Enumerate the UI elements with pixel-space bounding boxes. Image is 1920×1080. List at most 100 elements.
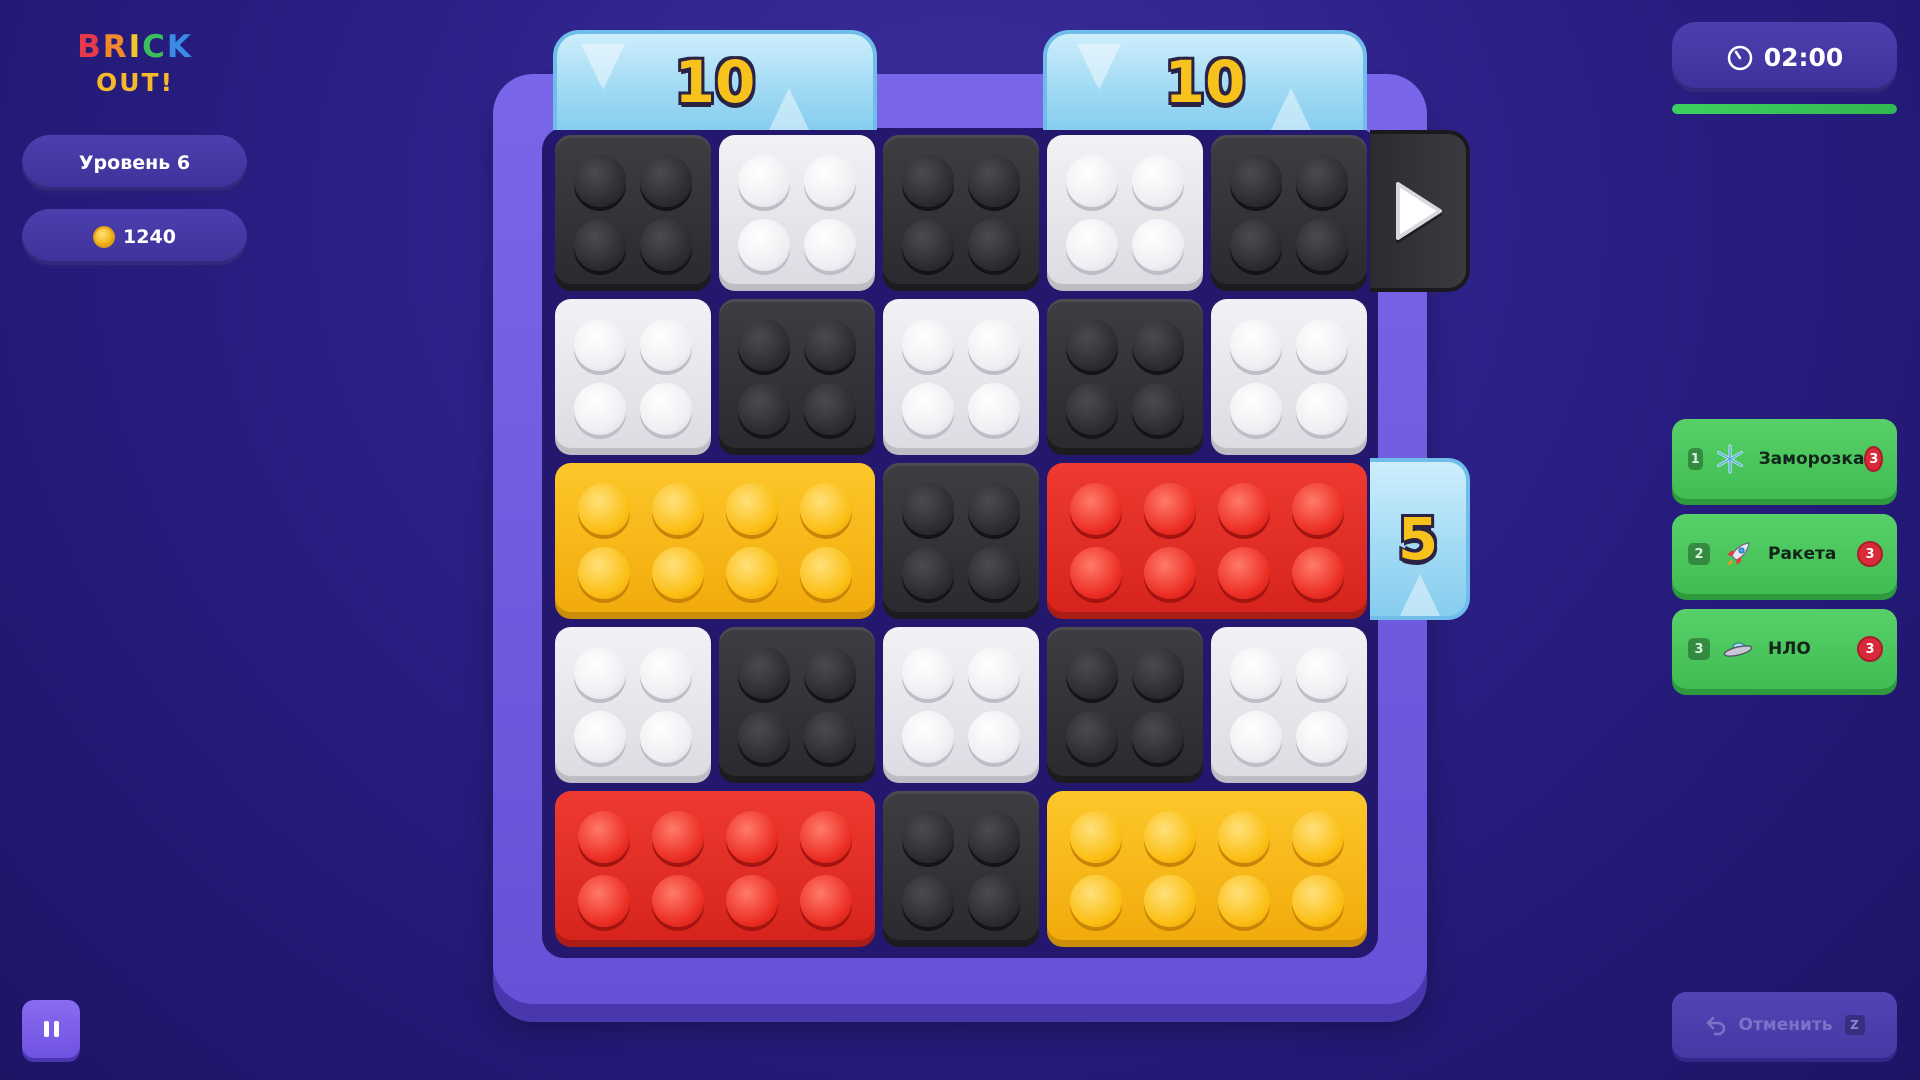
logo-out: OUT! [95,68,174,97]
brick-white[interactable] [719,135,875,291]
brick-stud [738,155,790,207]
pause-button[interactable] [22,1000,80,1058]
brick-stud [968,711,1020,763]
gate-counter: 10 [1164,48,1246,116]
logo-letter: I [128,29,143,65]
ice-gate-top-left: 10 [553,30,877,130]
brick-stud [1066,647,1118,699]
brick-black[interactable] [883,135,1039,291]
hotkey-badge: 3 [1688,638,1710,660]
brick-stud [1296,383,1348,435]
brick-stud [1144,483,1196,535]
undo-icon [1706,1016,1725,1036]
brick-stud [1218,875,1270,927]
timer-progress-fill [1672,104,1897,114]
brick-stud [1070,483,1122,535]
brick-black[interactable] [883,463,1039,619]
brick-stud [1296,647,1348,699]
booster-ufo-button[interactable]: 3 НЛО 3 [1672,609,1897,689]
booster-freeze-button[interactable]: 1 Заморозка 3 [1672,419,1897,499]
brick-white[interactable] [555,299,711,455]
brick-white[interactable] [555,627,711,783]
brick-white[interactable] [1211,627,1367,783]
brick-white[interactable] [1047,135,1203,291]
brick-stud [968,811,1020,863]
brick-stud [902,647,954,699]
brick-stud [1132,647,1184,699]
play-arrow-icon [1396,182,1442,240]
undo-button[interactable]: Отменить Z [1672,992,1897,1058]
coin-value: 1240 [123,226,176,248]
brick-stud [1132,711,1184,763]
brick-black[interactable] [719,627,875,783]
brick-stud [804,319,856,371]
brick-stud [1218,483,1270,535]
brick-black[interactable] [1211,135,1367,291]
brick-stud [738,647,790,699]
brick-white[interactable] [1211,299,1367,455]
brick-stud [1066,219,1118,271]
brick-black[interactable] [719,299,875,455]
logo-letter: B [77,29,103,65]
pause-icon [43,1021,59,1037]
brick-stud [1132,319,1184,371]
brick-stud [800,875,852,927]
brick-white[interactable] [883,627,1039,783]
brick-stud [1230,647,1282,699]
brick-stud [1066,155,1118,207]
brick-stud [1070,875,1122,927]
brick-black[interactable] [883,791,1039,947]
brick-stud [968,875,1020,927]
brick-stud [1144,811,1196,863]
brick-stud [652,811,704,863]
gate-counter: 10 [674,48,756,116]
brick-stud [804,647,856,699]
rocket-icon [1722,538,1754,570]
booster-count-badge: 3 [1857,541,1883,567]
brick-white[interactable] [883,299,1039,455]
brick-stud [1296,155,1348,207]
brick-stud [738,711,790,763]
brick-stud [1296,711,1348,763]
brick-stud [652,547,704,599]
brick-black[interactable] [555,135,711,291]
brick-stud [902,483,954,535]
gate-counter: 5 [1397,505,1439,573]
brick-stud [1296,319,1348,371]
brick-black[interactable] [1047,627,1203,783]
brick-yellow[interactable] [1047,791,1367,947]
brick-stud [726,483,778,535]
booster-rocket-button[interactable]: 2 Ракета 3 [1672,514,1897,594]
brick-stud [1230,711,1282,763]
brick-stud [1070,547,1122,599]
brick-stud [574,155,626,207]
brick-red[interactable] [1047,463,1367,619]
logo-letter: K [166,29,193,65]
coin-balance: 1240 [22,209,247,265]
brick-red[interactable] [555,791,875,947]
timer-value: 02:00 [1763,42,1844,72]
brick-stud [1132,219,1184,271]
brick-stud [738,319,790,371]
brick-stud [574,383,626,435]
brick-stud [1230,219,1282,271]
brick-stud [1292,875,1344,927]
brick-stud [804,711,856,763]
game-logo: BRICK OUT! [70,28,200,100]
brick-stud [574,711,626,763]
hotkey-badge: 2 [1688,543,1710,565]
brick-stud [1230,383,1282,435]
brick-stud [902,875,954,927]
brick-stud [640,711,692,763]
ice-gate-right: 5 [1370,458,1470,620]
brick-stud [640,319,692,371]
brick-stud [652,483,704,535]
booster-label: Ракета [1768,544,1837,564]
brick-stud [652,875,704,927]
exit-gate[interactable] [1370,130,1470,292]
brick-stud [1230,319,1282,371]
brick-stud [968,155,1020,207]
brick-stud [968,383,1020,435]
brick-black[interactable] [1047,299,1203,455]
brick-yellow[interactable] [555,463,875,619]
